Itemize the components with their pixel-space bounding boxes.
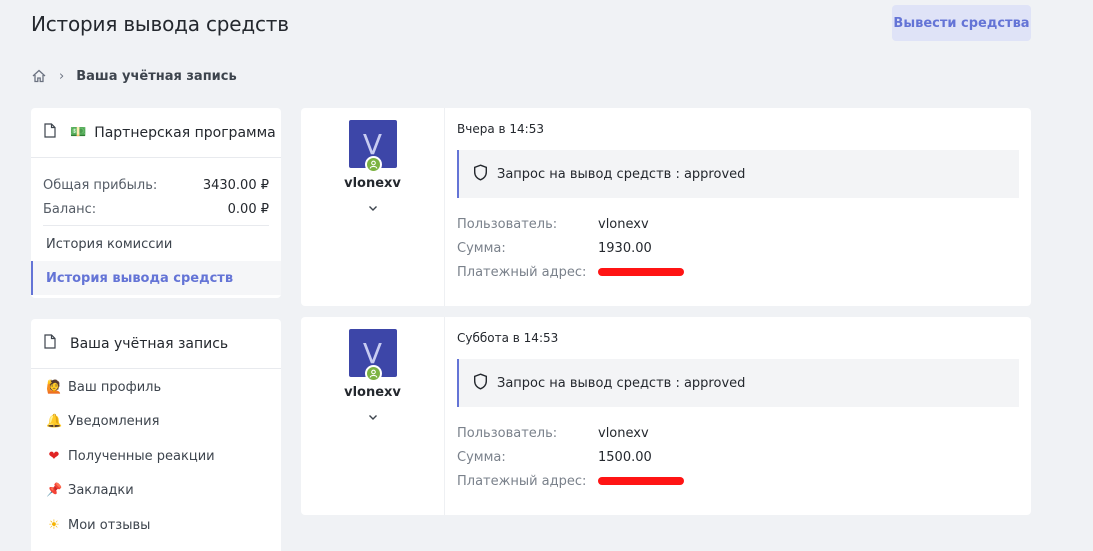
withdraw-funds-button[interactable]: Вывести средства	[892, 5, 1031, 41]
stat-total-profit: Общая прибыль: 3430.00 ₽	[43, 173, 269, 197]
username[interactable]: vlonexv	[344, 385, 401, 400]
user-badge-icon	[364, 365, 382, 382]
detail-value: vlonexv	[598, 216, 649, 232]
shield-icon	[473, 163, 497, 185]
chevron-down-icon[interactable]	[368, 201, 378, 215]
status-text: Запрос на вывод средств : approved	[497, 166, 746, 182]
detail-label: Платежный адрес:	[457, 473, 587, 489]
stat-balance: Баланс: 0.00 ₽	[43, 197, 269, 221]
breadcrumb: › Ваша учётная запись	[31, 66, 237, 86]
detail-amount: Сумма: 1500.00	[457, 445, 1019, 469]
breadcrumb-item-account[interactable]: Ваша учётная запись	[76, 69, 237, 84]
redacted-address	[598, 477, 684, 485]
stat-value: 0.00 ₽	[227, 201, 269, 217]
pin-icon: 📌	[46, 483, 63, 499]
sidebar-item-reactions[interactable]: ❤ Полученные реакции	[31, 439, 281, 474]
detail-address: Платежный адрес:	[457, 469, 1019, 493]
sun-icon: ☀	[48, 517, 60, 533]
account-sidebar-card: Ваша учётная запись 🙋 Ваш профиль 🔔 Увед…	[31, 319, 281, 551]
avatar[interactable]: V	[348, 120, 397, 173]
sidebar-item-withdrawal-history[interactable]: История вывода средств	[31, 261, 281, 295]
account-card-title: Ваша учётная запись	[70, 335, 229, 352]
detail-label: Пользователь:	[457, 216, 558, 232]
detail-value: vlonexv	[598, 425, 649, 441]
affiliate-sidebar-card: 💵 Партнерская программа Общая прибыль: 3…	[31, 108, 281, 298]
heart-icon: ❤	[48, 448, 60, 464]
sidebar-item-label: Ваш профиль	[68, 379, 162, 395]
affiliate-card-title: Партнерская программа	[94, 124, 276, 141]
avatar[interactable]: V	[348, 329, 397, 382]
detail-amount: Сумма: 1930.00	[457, 236, 1019, 260]
detail-user: Пользователь: vlonexv	[457, 421, 1019, 445]
entry-user-panel: V vlonexv	[301, 108, 445, 306]
affiliate-card-header: 💵 Партнерская программа	[31, 108, 281, 158]
sidebar-item-label: Уведомления	[68, 414, 160, 430]
sidebar-item-reviews[interactable]: ☀ Мои отзывы	[31, 508, 281, 543]
withdrawal-entry: V vlonexv Вчера в 14:53 Запрос на вывод …	[301, 108, 1031, 306]
sidebar-item-notifications[interactable]: 🔔 Уведомления	[31, 405, 281, 440]
sidebar-item-bookmarks[interactable]: 📌 Закладки	[31, 474, 281, 509]
sidebar-item-label: Полученные реакции	[68, 448, 215, 464]
detail-label: Пользователь:	[457, 425, 558, 441]
bell-icon: 🔔	[46, 414, 63, 430]
chevron-right-icon: ›	[59, 68, 65, 84]
detail-label: Сумма:	[457, 449, 506, 465]
entry-user-panel: V vlonexv	[301, 317, 445, 515]
entry-date: Вчера в 14:53	[457, 122, 544, 136]
detail-address: Платежный адрес:	[457, 260, 1019, 284]
stat-value: 3430.00 ₽	[202, 177, 269, 193]
status-message: Запрос на вывод средств : approved	[457, 150, 1019, 198]
redacted-address	[598, 268, 684, 276]
detail-value: 1930.00	[598, 240, 652, 256]
entry-date: Суббота в 14:53	[457, 331, 559, 345]
withdrawal-entry: V vlonexv Суббота в 14:53 Запрос на выво…	[301, 317, 1031, 515]
sidebar-item-profile[interactable]: 🙋 Ваш профиль	[31, 370, 281, 405]
account-card-header: Ваша учётная запись	[31, 319, 281, 369]
money-icon: 💵	[70, 125, 87, 140]
divider	[43, 225, 269, 226]
detail-value: 1500.00	[598, 449, 652, 465]
detail-label: Сумма:	[457, 240, 506, 256]
status-text: Запрос на вывод средств : approved	[497, 375, 746, 391]
detail-label: Платежный адрес:	[457, 264, 587, 280]
home-icon[interactable]	[31, 68, 47, 84]
username[interactable]: vlonexv	[344, 176, 401, 191]
stat-label: Баланс:	[43, 201, 97, 217]
stat-label: Общая прибыль:	[43, 177, 158, 193]
shield-icon	[473, 372, 497, 394]
page-title: История вывода средств	[31, 12, 289, 36]
document-icon	[44, 123, 56, 142]
person-icon: 🙋	[46, 379, 63, 395]
chevron-down-icon[interactable]	[368, 410, 378, 424]
user-badge-icon	[364, 156, 382, 173]
status-message: Запрос на вывод средств : approved	[457, 359, 1019, 407]
sidebar-item-label: Мои отзывы	[68, 517, 151, 533]
document-icon	[44, 334, 56, 353]
sidebar-item-label: Закладки	[68, 483, 134, 499]
detail-user: Пользователь: vlonexv	[457, 212, 1019, 236]
sidebar-item-commission-history[interactable]: История комиссии	[31, 227, 281, 261]
